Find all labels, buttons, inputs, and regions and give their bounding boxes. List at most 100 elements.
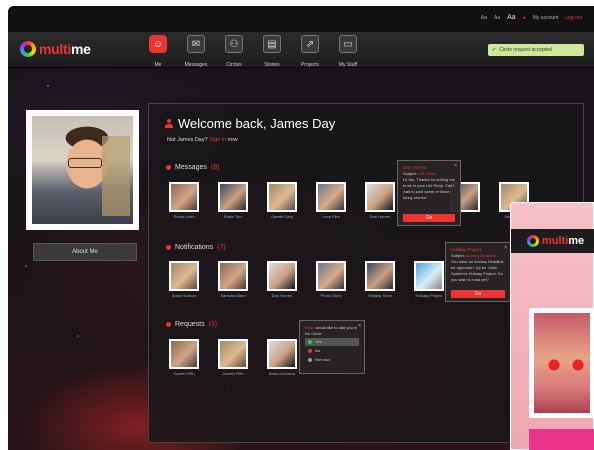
avatar-name: Holiday Project [415,293,443,298]
avatar [316,182,346,212]
close-icon[interactable]: × [454,163,457,169]
projects-icon: ⇗ [301,35,319,53]
top-utility-bar: Aa Aa Aa ● My account Log out [8,6,594,32]
option-not-now[interactable]: Not now [305,356,359,364]
multime-logo[interactable]: multime [20,41,91,57]
popup-body: Hi Jim, Thanks for adding me to be in yo… [403,177,455,200]
overlay-pink-button[interactable] [529,429,594,450]
subject-value: Life Story [418,171,436,176]
request-thumb[interactable]: Gareth Fifth [214,339,252,376]
avatar-name: Photo Story [320,293,342,298]
notification-thumb[interactable]: Anna Hudson [165,261,203,298]
green-dot-icon [308,340,312,344]
notifications-thumbs: Anna Hudson Samuba Mard Dan Hurren Photo… [165,261,448,298]
message-thumb[interactable]: Dan Hurren [361,182,399,219]
avatar-name: Dan Hurren [369,214,391,219]
messages-thumbs: Sonia Lucio Robin Terr Gareth Gary Leon … [165,182,399,219]
notification-thumb[interactable]: Holiday Project [410,261,448,298]
bullet-icon [166,245,171,250]
welcome-heading: Welcome back, James Day [165,116,335,131]
nav-stories-label: Stories [264,62,280,68]
avatar [414,261,444,291]
circle-accepted-notice[interactable]: ✔ Circle request accepted [488,44,584,56]
logo-text-multi: multi [542,235,569,247]
notice-text: Circle request accepted [499,47,552,53]
nav-my-stuff-label: My Stuff [338,62,358,68]
profile-photo-card[interactable] [26,110,139,230]
logout-link[interactable]: Log out [565,15,582,21]
avatar [365,182,395,212]
requests-count: (3) [208,321,218,328]
option-yes[interactable]: Yes [305,338,359,346]
message-thumb[interactable]: Gareth Gary [263,182,301,219]
go-button[interactable]: Go [451,290,505,298]
not-user-suffix: now [227,137,238,143]
nav-messages-label: Messages [184,62,208,68]
text-size-small-link[interactable]: Aa [481,15,487,21]
avatar [218,261,248,291]
bullet-icon [166,165,171,170]
nav-my-stuff[interactable]: ▭ My Stuff [331,35,365,68]
circles-icon: ⚇ [225,35,243,53]
option-no[interactable]: No [305,347,359,355]
avatar [169,261,199,291]
about-me-button[interactable]: About Me [33,243,137,261]
nav-projects[interactable]: ⇗ Projects [293,35,327,68]
subject-label: Subject: [451,253,466,258]
subject-label: Subject: [403,171,418,176]
messages-section-title[interactable]: Messages (8) [166,164,219,171]
requester-name: Brian [305,325,315,330]
avatar-name: Leon Flint [322,214,340,219]
envelope-icon: ✉ [187,35,205,53]
close-icon[interactable]: × [504,245,507,251]
notification-thumb[interactable]: Dan Hurren [263,261,301,298]
nav-messages[interactable]: ✉ Messages [179,35,213,68]
overlay-photo-card [529,308,594,418]
message-thumb[interactable]: Robin Terr [214,182,252,219]
nav-circles[interactable]: ⚇ Circles [217,35,251,68]
notification-thumb[interactable]: Photo Story [312,261,350,298]
request-thumb[interactable]: Gareth Fifth [165,339,203,376]
person-icon [165,119,173,128]
avatar [218,339,248,369]
avatar [316,261,346,291]
main-navbar: multime ☺ Me ✉ Messages ⚇ Circles ▤ Stor… [8,32,594,68]
message-thumb[interactable]: Sonia Lucio [165,182,203,219]
avatar-name: Sonia Lucio [173,214,195,219]
notification-thumb[interactable]: Samuba Mard [214,261,252,298]
nav-stories[interactable]: ▤ Stories [255,35,289,68]
avatar-name: Robin Terr [223,214,243,219]
nav-me[interactable]: ☺ Me [141,35,175,68]
avatar [365,261,395,291]
logo-text-me: me [568,235,585,247]
avatar [218,182,248,212]
avatar-name: Gareth Fifth [222,371,244,376]
logo-ring-icon [527,235,539,247]
go-button[interactable]: Go [403,214,455,222]
avatar-name: Gareth Fifth [173,371,195,376]
logo-text-multi: multi [39,41,71,57]
notification-thumb[interactable]: Holiday Story [361,261,399,298]
avatar-name: Dan Hurren [271,293,293,298]
nav-circles-label: Circles [226,62,242,68]
not-user-line: Not James Day? Sign in now [167,137,238,143]
sign-in-link[interactable]: Sign in [209,137,226,143]
message-thumb[interactable]: Leon Flint [312,182,350,219]
my-account-link[interactable]: My account [533,15,559,21]
nav-projects-label: Projects [300,62,320,68]
check-icon: ✔ [492,47,497,53]
avatar-name: Samuba Mard [220,293,246,298]
text-size-medium-link[interactable]: Aa [494,15,500,21]
avatar [267,182,297,212]
book-icon: ▤ [263,35,281,53]
notifications-section-title[interactable]: Notifications (7) [166,244,226,251]
app-window: Aa Aa Aa ● My account Log out multime ☺ … [8,6,594,450]
avatar-name: Brian McDavid [268,371,295,376]
option-label: No [315,348,321,353]
messages-count: (8) [210,164,220,171]
requests-section-title[interactable]: Requests (3) [166,321,217,328]
close-icon[interactable]: × [358,323,361,329]
request-thumb[interactable]: Brian McDavid [263,339,301,376]
text-size-large-link[interactable]: Aa [507,14,516,21]
request-response-popup: × Brian would like to add you to his Cir… [299,320,365,374]
